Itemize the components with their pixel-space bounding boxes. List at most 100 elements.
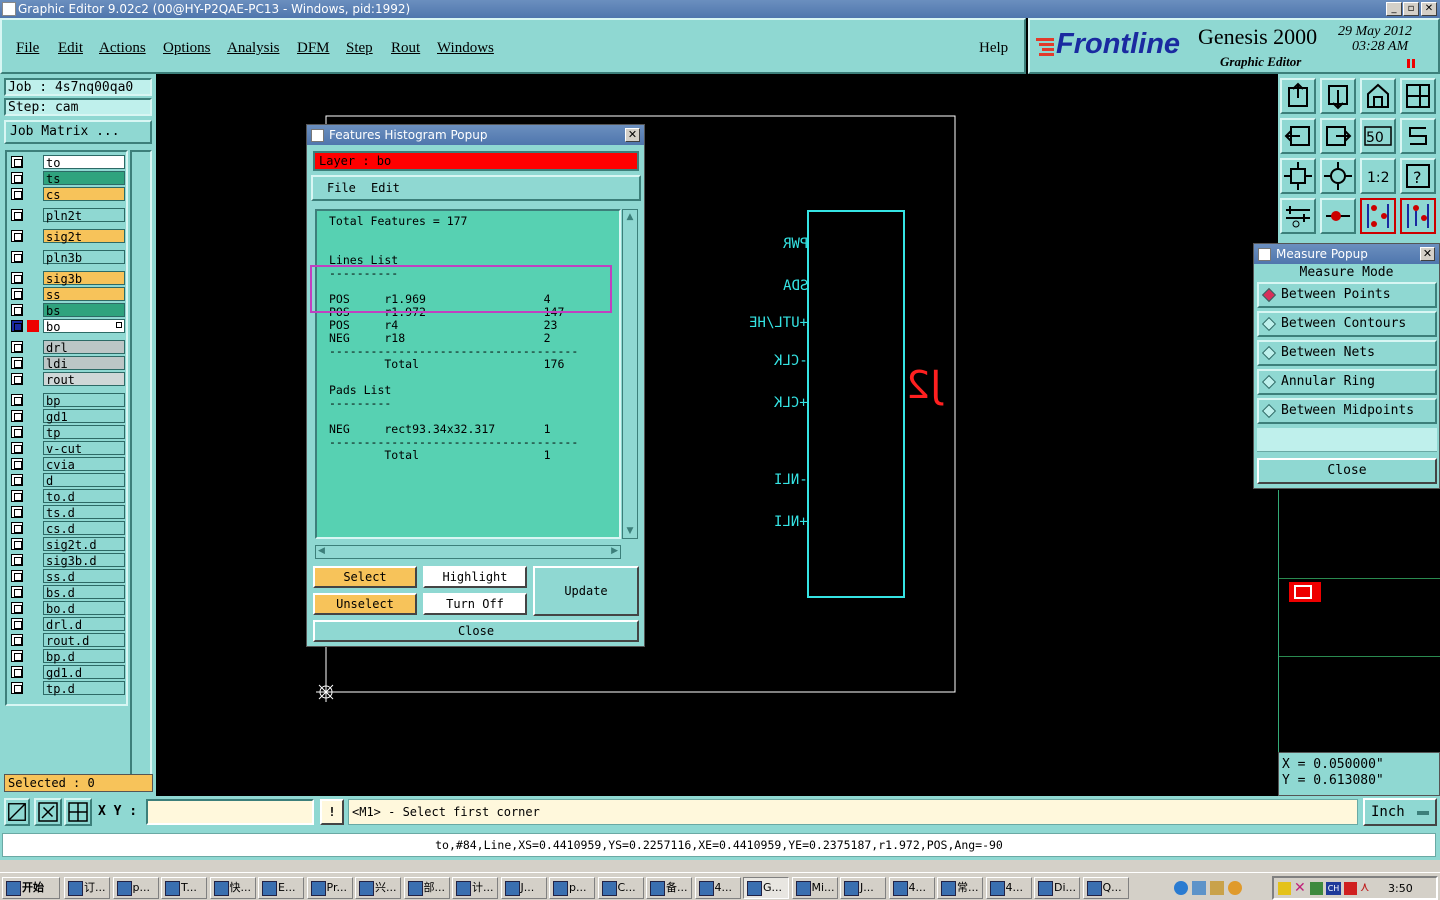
layer-name[interactable]: sig2t (43, 229, 125, 244)
snap-icon[interactable] (4, 798, 30, 826)
taskbar-item[interactable]: 计... (452, 877, 498, 899)
layer-checkbox[interactable] (11, 426, 23, 438)
cross-icon[interactable] (34, 798, 62, 826)
layer-checkbox[interactable] (11, 618, 23, 630)
histogram-title-bar[interactable]: Features Histogram Popup ✕ (307, 125, 644, 145)
layer-name[interactable]: bo (43, 319, 125, 334)
measure-title-bar[interactable]: Measure Popup ✕ (1254, 244, 1439, 264)
clock-app-icon[interactable] (1228, 881, 1242, 895)
layer-name[interactable]: v-cut (43, 441, 125, 456)
job-matrix-button[interactable]: Job Matrix ... (4, 120, 152, 144)
taskbar-item[interactable]: 订... (64, 877, 110, 899)
layer-row-drl.d[interactable]: drl.d (9, 617, 125, 632)
layer-name[interactable]: tp.d (43, 681, 125, 696)
layer-checkbox[interactable] (11, 156, 23, 168)
layer-checkbox[interactable] (11, 490, 23, 502)
layer-row-ts[interactable]: ts (9, 171, 125, 186)
layer-checkbox[interactable] (11, 442, 23, 454)
layer-name[interactable]: to.d (43, 489, 125, 504)
taskbar-item[interactable]: Mi... (791, 877, 838, 899)
layer-checkbox[interactable] (11, 554, 23, 566)
histogram-close-x-button[interactable]: ✕ (625, 128, 640, 142)
menu-actions[interactable]: Actions (99, 40, 146, 57)
layer-row-bs.d[interactable]: bs.d (9, 585, 125, 600)
layer-row-sig3b.d[interactable]: sig3b.d (9, 553, 125, 568)
layer-checkbox[interactable] (11, 288, 23, 300)
layer-row-bo.d[interactable]: bo.d (9, 601, 125, 616)
pan-right-icon[interactable] (1320, 118, 1356, 154)
menu-analysis[interactable]: Analysis (227, 40, 280, 57)
taskbar-item[interactable]: Di... (1034, 877, 1080, 899)
layer-row-ss.d[interactable]: ss.d (9, 569, 125, 584)
layer-checkbox[interactable] (11, 394, 23, 406)
units-selector[interactable]: Inch (1363, 798, 1437, 826)
layer-name[interactable]: cs (43, 187, 125, 202)
measure-option-between-nets[interactable]: Between Nets (1257, 340, 1437, 366)
layer-checkbox[interactable] (11, 538, 23, 550)
layer-checkbox[interactable] (11, 230, 23, 242)
layer-checkbox[interactable] (11, 682, 23, 694)
pen-icon[interactable] (1278, 882, 1291, 895)
layer-row-bp.d[interactable]: bp.d (9, 649, 125, 664)
taskbar-item[interactable]: G... (743, 877, 789, 899)
histogram-horizontal-scrollbar[interactable]: ◀ ▶ (315, 545, 621, 559)
taskbar-item[interactable]: J... (500, 877, 547, 899)
layer-checkbox[interactable] (11, 320, 23, 332)
layer-checkbox[interactable] (11, 188, 23, 200)
layer-row-pln3b[interactable]: pln3b (9, 250, 125, 265)
layer-checkbox[interactable] (11, 410, 23, 422)
taskbar-item[interactable]: Pr... (306, 877, 353, 899)
histogram-vertical-scrollbar[interactable]: ▲ ▼ (622, 209, 638, 539)
layer-checkbox[interactable] (11, 373, 23, 385)
measure-close-button[interactable]: Close (1257, 458, 1437, 484)
layer-row-gd1[interactable]: gd1 (9, 409, 125, 424)
taskbar-item[interactable]: 4... (985, 877, 1032, 899)
layer-row-sig3b[interactable]: sig3b (9, 271, 125, 286)
pause-icon[interactable] (1407, 59, 1410, 68)
close-window-button[interactable]: ✕ (1421, 2, 1437, 16)
explorer-icon[interactable] (1192, 881, 1206, 895)
redraw-icon[interactable] (1400, 118, 1436, 154)
layer-name[interactable]: drl.d (43, 617, 125, 632)
layer-row-bo[interactable]: bo (9, 319, 125, 334)
measure-tool-icon[interactable] (1280, 198, 1316, 234)
menu-dfm[interactable]: DFM (297, 40, 330, 57)
layer-name[interactable]: tp (43, 425, 125, 440)
layer-name[interactable]: drl (43, 340, 125, 355)
xy-input[interactable] (146, 799, 314, 825)
turn-off-button[interactable]: Turn Off (423, 593, 527, 615)
layer-row-rout.d[interactable]: rout.d (9, 633, 125, 648)
layer-checkbox[interactable] (11, 341, 23, 353)
layer-row-rout[interactable]: rout (9, 372, 125, 387)
select-button[interactable]: Select (313, 566, 417, 588)
layer-checkbox[interactable] (11, 586, 23, 598)
split-view-icon[interactable] (1400, 78, 1436, 114)
layer-checkbox[interactable] (11, 272, 23, 284)
minimize-button[interactable]: _ (1386, 2, 1402, 16)
taskbar-item[interactable]: 兴... (355, 877, 401, 899)
highlight-button[interactable]: Highlight (423, 566, 527, 588)
overview-viewport-box[interactable] (1289, 582, 1321, 602)
layer-checkbox[interactable] (11, 458, 23, 470)
menu-options[interactable]: Options (163, 40, 211, 57)
layer-row-gd1.d[interactable]: gd1.d (9, 665, 125, 680)
taskbar-item[interactable]: 部... (403, 877, 450, 899)
layer-checkbox[interactable] (11, 474, 23, 486)
taskbar-item[interactable]: 备... (646, 877, 692, 899)
net-connect-icon[interactable] (1400, 198, 1436, 234)
measure-option-annular-ring[interactable]: Annular Ring (1257, 369, 1437, 395)
zoom-fifty-icon[interactable]: 50 (1360, 118, 1396, 154)
ie-icon[interactable] (1174, 881, 1188, 895)
maximize-button[interactable]: ▫ (1403, 2, 1419, 16)
layer-name[interactable]: bo.d (43, 601, 125, 616)
layer-name[interactable]: sig2t.d (43, 537, 125, 552)
layer-row-ldi[interactable]: ldi (9, 356, 125, 371)
layer-row-pln2t[interactable]: pln2t (9, 208, 125, 223)
pan-left-icon[interactable] (1280, 118, 1316, 154)
layer-row-cs[interactable]: cs (9, 187, 125, 202)
layer-name[interactable]: ldi (43, 356, 125, 371)
layer-row-to.d[interactable]: to.d (9, 489, 125, 504)
layer-name[interactable]: bs.d (43, 585, 125, 600)
layer-name[interactable]: ts.d (43, 505, 125, 520)
layer-row-tp.d[interactable]: tp.d (9, 681, 125, 696)
